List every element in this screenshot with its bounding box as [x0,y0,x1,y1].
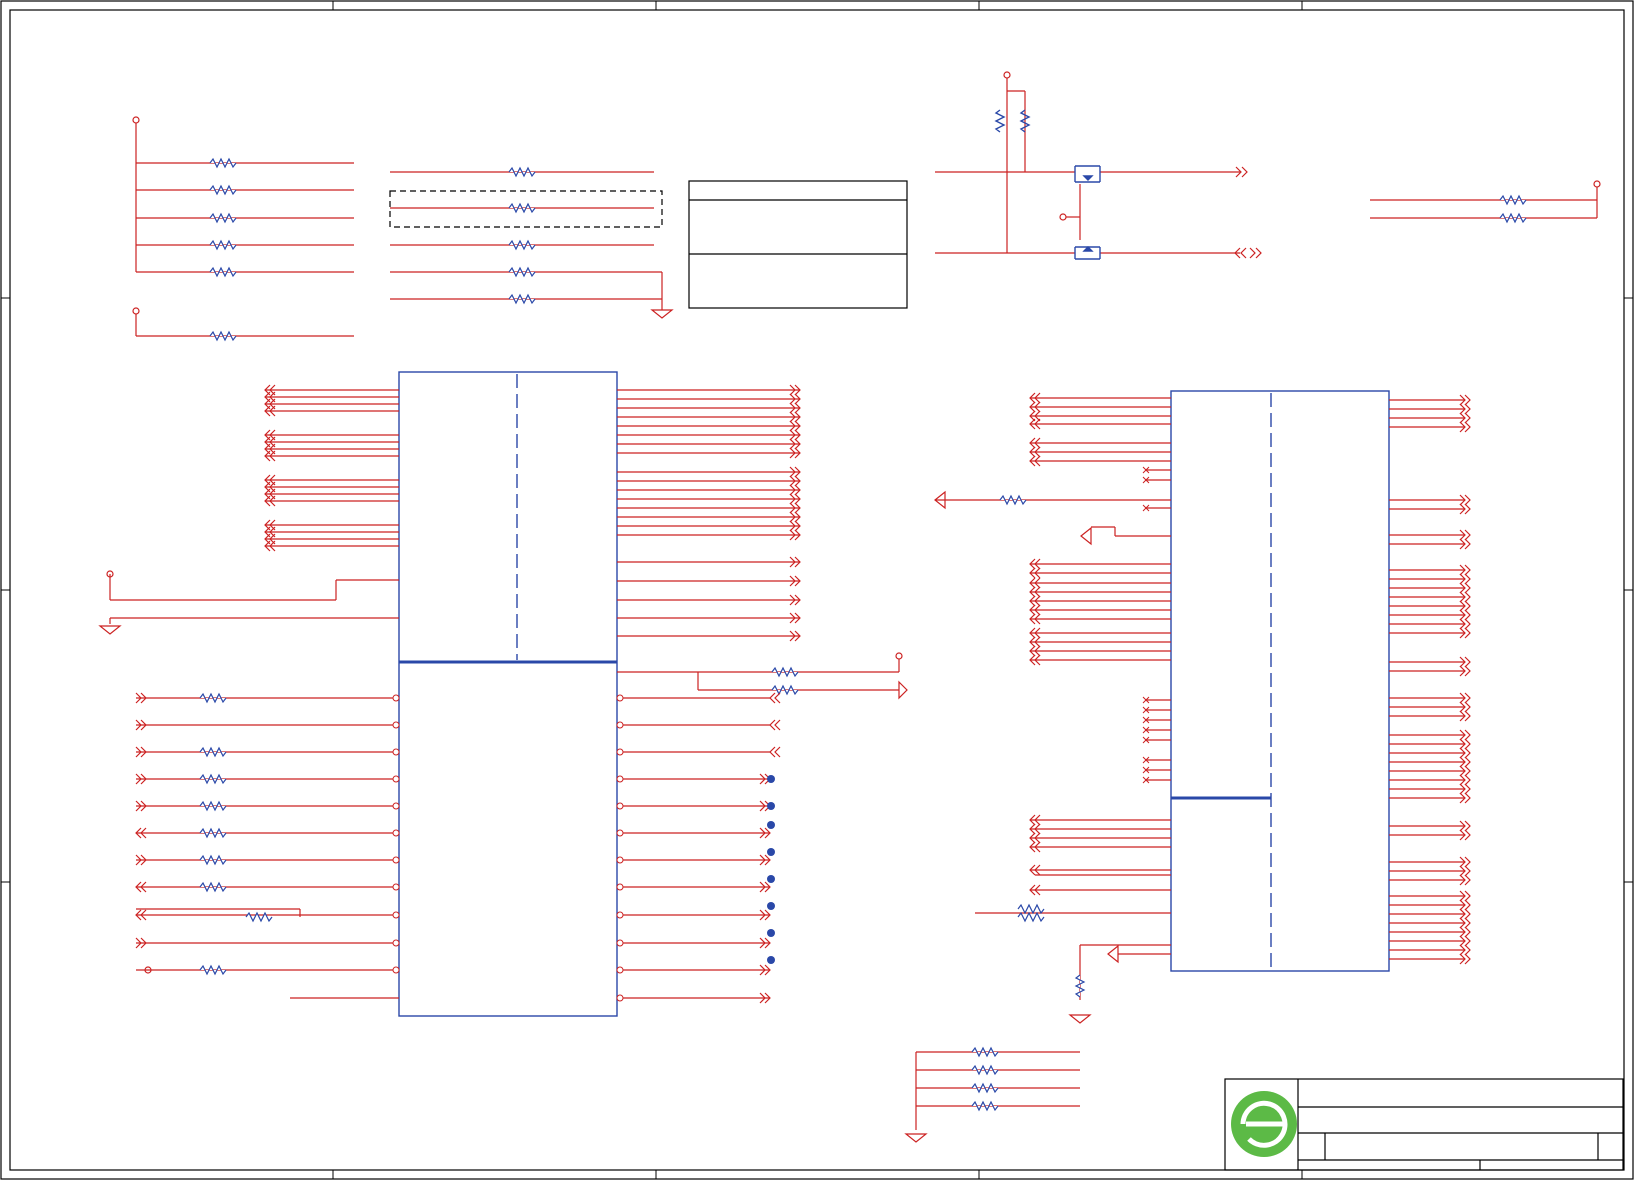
note-table [688,180,908,309]
resistor-symbol [199,881,227,893]
pin-marker [392,911,400,919]
junction-dot [767,848,775,856]
resistor-symbol [771,666,799,678]
ic-u1-signals [135,384,801,1004]
resistor-symbol [245,911,273,923]
junction-dot [767,821,775,829]
pin-marker [392,748,400,756]
junction-dot [767,929,775,937]
pin-marker [392,883,400,891]
pin-marker [616,911,624,919]
resistor-symbol [199,827,227,839]
resistor-symbol [199,964,227,976]
net-port-in [769,746,781,758]
pin-marker [392,966,400,974]
pullup-resistor-bank [132,116,354,337]
resistor-symbol [771,684,799,696]
resistor-symbol [199,746,227,758]
ic-u2-signals [1029,392,1471,965]
bottom-resistor-symbols [971,1046,999,1112]
junction-dot [767,875,775,883]
pin-marker [392,856,400,864]
pin-marker [616,721,624,729]
resistor-symbols-middle [508,166,536,305]
pin-marker [616,966,624,974]
bottom-resistor-bank [904,1051,1080,1143]
pin-marker [616,829,624,837]
ic-u1-body [398,371,618,1017]
resistor-symbol [199,800,227,812]
pin-marker [392,939,400,947]
ic-u2-body [1170,390,1390,972]
pullup-resistors-right [1370,180,1601,219]
level-shifter-circuit [935,71,1262,259]
resistor-symbols-left [209,157,237,342]
junction-dot [767,902,775,910]
junction-dot [767,802,775,810]
ic-u2-fixed-pins [934,490,1171,1024]
pin-marker [392,829,400,837]
pin-marker [616,694,624,702]
pin-marker [616,856,624,864]
pin-marker [392,694,400,702]
ic-u2-resistors [999,494,1086,998]
resistor-symbol [199,692,227,704]
pin-marker [616,775,624,783]
border-zone-ticks [1,1,1633,1179]
junction-dot [767,775,775,783]
ic-u1-left-pins [98,570,399,999]
ic-u1-right-pins [617,652,908,700]
pin-marker [392,802,400,810]
schematic-sheet [0,0,1634,1180]
pin-marker [616,939,624,947]
pin-marker [616,748,624,756]
pin-marker [616,994,624,1002]
company-logo-icon [1227,1081,1297,1168]
mosfet-symbols [994,109,1101,260]
pin-marker [392,775,400,783]
resistor-symbol [199,854,227,866]
pin-marker [616,883,624,891]
net-port-in [769,719,781,731]
net-port-in [769,692,781,704]
junction-dot [767,956,775,964]
pin-marker [392,721,400,729]
pin-marker [616,802,624,810]
resistor-symbol [199,773,227,785]
sheet-border [0,0,1634,1180]
